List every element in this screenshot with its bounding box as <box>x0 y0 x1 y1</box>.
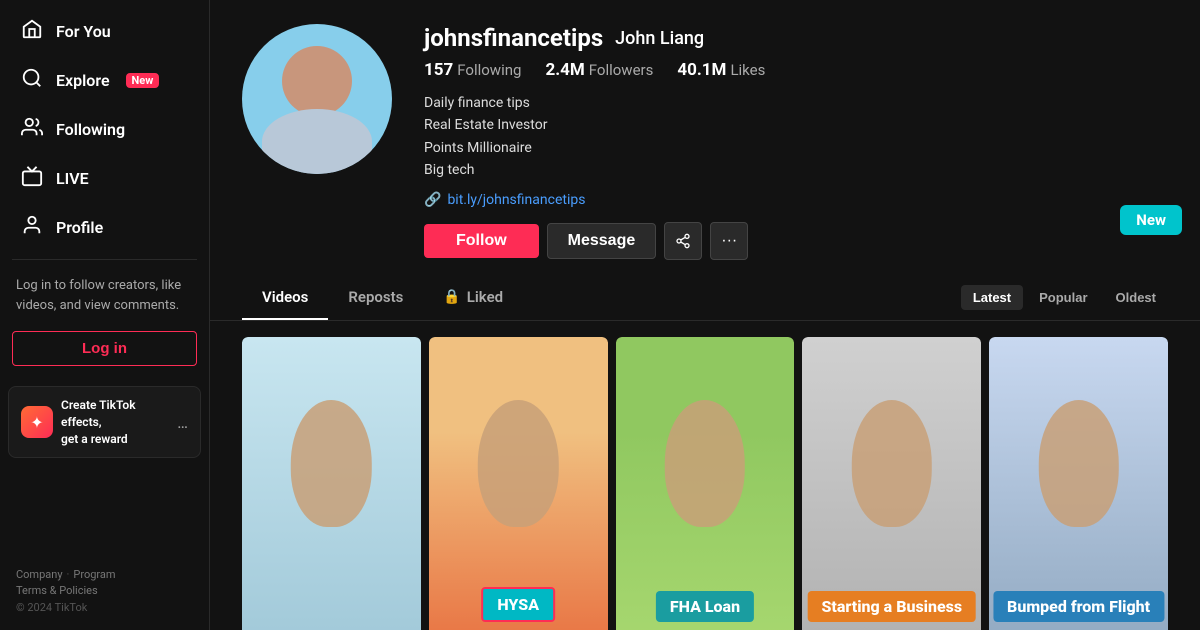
tabs-bar: Videos Reposts 🔒 Liked Latest Popular Ol… <box>210 276 1200 321</box>
share-button[interactable] <box>664 222 702 260</box>
video-thumb-2: HYSA ▷ 56.2K <box>429 337 608 630</box>
create-effects-text: Create TikTok effects, get a reward <box>61 397 169 447</box>
footer-program[interactable]: Program <box>73 568 115 581</box>
stat-following: 157 Following <box>424 60 521 80</box>
sidebar-item-for-you[interactable]: For You <box>8 8 201 55</box>
create-effects-subtitle: get a reward <box>61 432 128 446</box>
sidebar-footer: Company · Program Terms & Policies © 202… <box>0 560 209 622</box>
sidebar-item-profile[interactable]: Profile <box>8 204 201 251</box>
link-icon: 🔗 <box>424 192 441 208</box>
display-name: John Liang <box>615 28 704 49</box>
tab-reposts-label: Reposts <box>348 288 403 306</box>
video-thumb-5: Bumped from Flight ▷ 30.7K <box>989 337 1168 630</box>
face-5 <box>989 337 1168 630</box>
sort-oldest[interactable]: Oldest <box>1104 285 1168 310</box>
sidebar-label-following: Following <box>56 120 125 139</box>
likes-label: Likes <box>730 61 765 79</box>
tab-reposts[interactable]: Reposts <box>328 276 423 320</box>
following-label: Following <box>457 61 521 79</box>
sidebar-label-profile: Profile <box>56 218 103 237</box>
video-thumb-3: FHA Loan ▷ 166.2K <box>616 337 795 630</box>
sidebar-login-text: Log in to follow creators, like videos, … <box>0 268 209 323</box>
home-icon <box>20 18 44 45</box>
link-text: bit.ly/johnsfinancetips <box>447 192 585 208</box>
sidebar-nav: For You Explore New Following <box>0 8 209 251</box>
create-effects-icon: ✦ <box>21 406 53 438</box>
video-badge-5: Bumped from Flight <box>993 591 1164 622</box>
avatar-container <box>242 24 392 260</box>
create-effects-banner[interactable]: ✦ Create TikTok effects, get a reward … <box>8 386 201 458</box>
tab-videos[interactable]: Videos <box>242 276 328 320</box>
sidebar-item-following[interactable]: Following <box>8 106 201 153</box>
profile-header: johnsfinancetips John Liang 157 Followin… <box>210 0 1200 260</box>
sidebar-divider <box>12 259 197 260</box>
followers-label: Followers <box>589 61 654 79</box>
tabs-left: Videos Reposts 🔒 Liked <box>242 276 961 320</box>
avatar-body <box>262 109 372 174</box>
face-1 <box>242 337 421 630</box>
profile-icon <box>20 214 44 241</box>
face-3 <box>616 337 795 630</box>
video-card-4[interactable]: Starting a Business ▷ 1.8M Ready to laun… <box>802 337 981 630</box>
sidebar-label-explore: Explore <box>56 71 110 90</box>
create-effects-dots: … <box>177 413 188 432</box>
video-badge-2: HYSA <box>481 587 555 622</box>
bio: Daily finance tips Real Estate Investor … <box>424 92 1168 182</box>
followers-value: 2.4M <box>545 60 584 80</box>
likes-value: 40.1M <box>677 60 726 80</box>
username: johnsfinancetips <box>424 24 603 52</box>
login-button[interactable]: Log in <box>12 331 197 366</box>
sidebar: For You Explore New Following <box>0 0 210 630</box>
video-card-1[interactable]: ▷ 5411 I wasn't born a travel <box>242 337 421 630</box>
explore-icon <box>20 67 44 94</box>
video-card-5[interactable]: Bumped from Flight ▷ 30.7K What to do if… <box>989 337 1168 630</box>
avatar <box>242 24 392 174</box>
stats-row: 157 Following 2.4M Followers 40.1M Likes <box>424 60 1168 80</box>
stat-likes: 40.1M Likes <box>677 60 765 80</box>
sort-latest[interactable]: Latest <box>961 285 1023 310</box>
username-row: johnsfinancetips John Liang <box>424 24 1168 52</box>
following-value: 157 <box>424 60 453 80</box>
tabs-sort: Latest Popular Oldest <box>961 285 1168 310</box>
video-thumb-4: Starting a Business ▷ 1.8M <box>802 337 981 630</box>
sidebar-label-for-you: For You <box>56 22 111 41</box>
tab-liked[interactable]: 🔒 Liked <box>423 276 523 320</box>
avatar-head <box>282 46 352 116</box>
more-dots-icon: ··· <box>721 232 737 250</box>
footer-terms[interactable]: Terms & Policies <box>16 584 98 597</box>
video-grid: ▷ 5411 I wasn't born a travel HYSA ▷ 56.… <box>210 321 1200 630</box>
sort-popular[interactable]: Popular <box>1027 285 1099 310</box>
live-icon <box>20 165 44 192</box>
lock-icon: 🔒 <box>443 289 460 305</box>
sidebar-item-explore[interactable]: Explore New <box>8 57 201 104</box>
more-button[interactable]: ··· <box>710 222 748 260</box>
video-card-2[interactable]: HYSA ▷ 56.2K Don't miss out on the <box>429 337 608 630</box>
tab-videos-label: Videos <box>262 288 308 306</box>
explore-new-badge: New <box>126 73 160 88</box>
main-content: johnsfinancetips John Liang 157 Followin… <box>210 0 1200 630</box>
stat-followers: 2.4M Followers <box>545 60 653 80</box>
new-floating-badge[interactable]: New <box>1120 205 1182 235</box>
actions-row: Follow Message ··· <box>424 222 1168 260</box>
video-badge-4: Starting a Business <box>807 591 976 622</box>
following-icon <box>20 116 44 143</box>
video-card-3[interactable]: FHA Loan ▷ 166.2K An FHA loan was what I <box>616 337 795 630</box>
sidebar-label-live: LIVE <box>56 169 89 188</box>
sidebar-item-live[interactable]: LIVE <box>8 155 201 202</box>
footer-copyright: © 2024 TikTok <box>16 601 193 614</box>
footer-company[interactable]: Company <box>16 568 63 581</box>
video-badge-3: FHA Loan <box>656 591 754 622</box>
face-2 <box>429 337 608 630</box>
profile-info: johnsfinancetips John Liang 157 Followin… <box>424 24 1168 260</box>
create-effects-title: Create TikTok effects, <box>61 398 136 429</box>
profile-link[interactable]: 🔗 bit.ly/johnsfinancetips <box>424 192 1168 208</box>
video-thumb-1: ▷ 5411 <box>242 337 421 630</box>
tab-liked-label: Liked <box>467 288 503 306</box>
footer-links: Company · Program <box>16 568 193 581</box>
face-4 <box>802 337 981 630</box>
follow-button[interactable]: Follow <box>424 224 539 258</box>
message-button[interactable]: Message <box>547 223 657 259</box>
